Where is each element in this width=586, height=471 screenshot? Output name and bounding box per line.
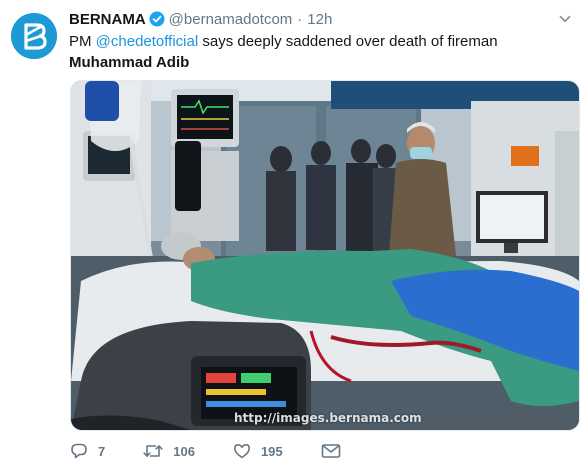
- tweet[interactable]: BERNAMA @bernamadotcom · 12h PM @chedeto…: [0, 0, 586, 471]
- envelope-icon: [321, 444, 340, 458]
- author-name[interactable]: BERNAMA: [69, 11, 146, 28]
- mention-link[interactable]: @chedetofficial: [96, 33, 199, 50]
- tweet-actions: 7 106 195: [70, 440, 389, 462]
- tweet-header: BERNAMA @bernamadotcom · 12h: [69, 9, 332, 29]
- tweet-text: PM @chedetofficial says deeply saddened …: [69, 31, 569, 73]
- like-button[interactable]: 195: [233, 442, 283, 460]
- tweet-text-bold: Muhammad Adib: [69, 54, 190, 71]
- heart-icon: [233, 444, 250, 459]
- photo-watermark: http://images.bernama.com: [234, 411, 422, 425]
- direct-message-button[interactable]: [321, 443, 351, 459]
- retweet-button[interactable]: 106: [143, 442, 195, 460]
- author-handle[interactable]: @bernamadotcom: [169, 11, 293, 28]
- retweet-count: 106: [173, 443, 195, 459]
- retweet-icon: [143, 445, 163, 457]
- like-count: 195: [260, 443, 283, 459]
- hospital-scene-illustration: [71, 81, 579, 430]
- separator-dot: ·: [297, 10, 303, 28]
- tweet-timestamp[interactable]: 12h: [307, 11, 332, 28]
- tweet-photo[interactable]: http://images.bernama.com: [70, 80, 580, 431]
- tweet-text-middle: says deeply saddened over death of firem…: [198, 33, 498, 50]
- chevron-down-icon[interactable]: [558, 12, 572, 26]
- bernama-logo-icon[interactable]: [11, 13, 57, 59]
- tweet-text-prefix: PM: [69, 33, 96, 50]
- reply-count: 7: [98, 443, 106, 459]
- reply-icon: [71, 443, 87, 459]
- verified-badge-icon: [149, 11, 165, 27]
- reply-button[interactable]: 7: [70, 442, 105, 460]
